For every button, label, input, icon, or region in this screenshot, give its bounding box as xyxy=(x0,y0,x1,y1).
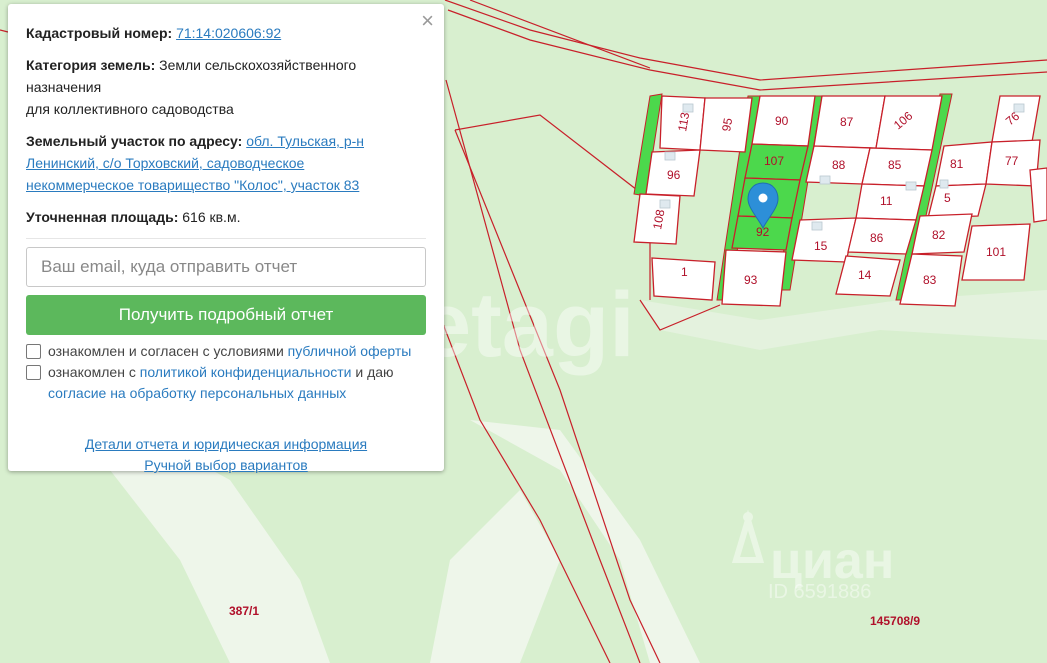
plot-label: 90 xyxy=(775,114,789,128)
plot-label: 101 xyxy=(986,245,1006,259)
plot-label: 95 xyxy=(719,117,735,133)
privacy-consent-label-2: и даю xyxy=(355,364,394,380)
close-icon[interactable]: × xyxy=(421,10,434,32)
area-value: 616 кв.м. xyxy=(182,209,241,225)
privacy-consent-text: ознакомлен с политикой конфиденциальност… xyxy=(48,362,394,404)
plot-label: 93 xyxy=(744,273,758,287)
offer-consent-row: ознакомлен и согласен с условиями публич… xyxy=(26,341,426,362)
report-details-link[interactable]: Детали отчета и юридическая информация xyxy=(85,436,367,452)
cadastral-number-label: Кадастровый номер: xyxy=(26,25,173,41)
manual-selection-link[interactable]: Ручной выбор вариантов xyxy=(144,457,308,473)
divider xyxy=(26,238,426,239)
plot-label: 81 xyxy=(950,157,964,171)
plot-label: 85 xyxy=(888,158,902,172)
panel-footer-links: Детали отчета и юридическая информация Р… xyxy=(26,434,426,476)
plot-label: 88 xyxy=(832,158,846,172)
land-category-label: Категория земель: xyxy=(26,57,156,73)
plot-label: 87 xyxy=(840,115,854,129)
plot-label: 83 xyxy=(923,273,937,287)
area-row: Уточненная площадь: 616 кв.м. xyxy=(26,206,426,228)
cian-id-watermark: ID 6591886 xyxy=(768,581,871,603)
etagi-watermark: etagi xyxy=(420,274,635,376)
plot-label: 86 xyxy=(870,231,884,245)
address-label: Земельный участок по адресу: xyxy=(26,133,243,149)
cadastral-label: 387/1 xyxy=(229,604,259,618)
land-category-value: назначения xyxy=(26,79,102,95)
plot-label: 15 xyxy=(814,239,828,253)
privacy-policy-link[interactable]: политикой конфиденциальности xyxy=(140,364,352,380)
plot-label: 1 xyxy=(681,265,688,279)
privacy-consent-row: ознакомлен с политикой конфиденциальност… xyxy=(26,362,426,404)
offer-consent-label: ознакомлен и согласен с условиями xyxy=(48,343,284,359)
plot-label: 11 xyxy=(880,194,893,208)
area-label: Уточненная площадь: xyxy=(26,209,179,225)
address-link[interactable]: обл. Тульская, р-н xyxy=(246,133,364,149)
address-row: Земельный участок по адресу: обл. Тульск… xyxy=(26,130,426,196)
plot-label: 107 xyxy=(764,154,784,168)
cadastral-info-panel: × Кадастровый номер: 71:14:020606:92 Кат… xyxy=(8,4,444,473)
cadastral-number-link[interactable]: 71:14:020606:92 xyxy=(176,25,281,41)
offer-consent-text: ознакомлен и согласен с условиями публич… xyxy=(48,341,411,362)
get-report-button[interactable]: Получить подробный отчет xyxy=(26,295,426,335)
plot-label: 96 xyxy=(667,168,681,182)
offer-checkbox[interactable] xyxy=(26,344,41,359)
email-input[interactable]: Ваш email, куда отправить отчет xyxy=(26,247,426,287)
personal-data-consent-link[interactable]: согласие на обработку персональных данны… xyxy=(48,385,346,401)
plot-label: 14 xyxy=(858,268,872,282)
privacy-consent-label: ознакомлен с xyxy=(48,364,136,380)
land-category-value: для коллективного садоводства xyxy=(26,101,234,117)
plot-label: 82 xyxy=(932,228,946,242)
privacy-checkbox[interactable] xyxy=(26,365,41,380)
cadastral-label: 145708/9 xyxy=(870,614,920,628)
land-category-row: Категория земель: Земли сельскохозяйстве… xyxy=(26,54,426,120)
plot-label: 77 xyxy=(1005,154,1019,168)
address-link[interactable]: Ленинский, с/о Торховский, садоводческое xyxy=(26,155,304,171)
plot-label: 5 xyxy=(944,191,951,205)
address-link[interactable]: некоммерческое товарищество "Колос", уча… xyxy=(26,177,359,193)
cadastral-number-row: Кадастровый номер: 71:14:020606:92 xyxy=(26,22,426,44)
public-offer-link[interactable]: публичной оферты xyxy=(288,343,412,359)
land-category-value: Земли сельскохозяйственного xyxy=(159,57,357,73)
